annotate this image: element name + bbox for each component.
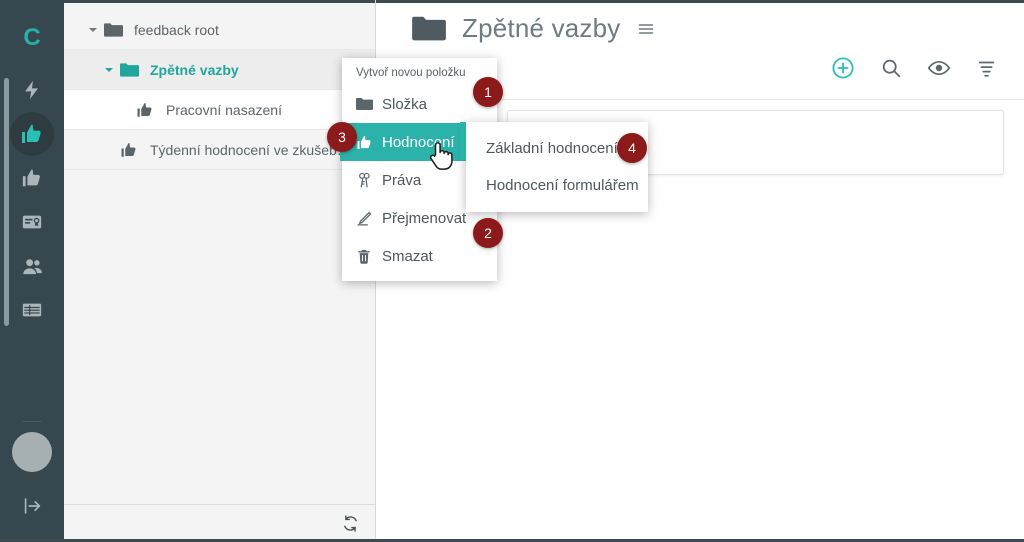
rail-scrollbar[interactable]	[4, 78, 9, 326]
hamburger-menu-icon[interactable]	[637, 20, 655, 38]
app-logo[interactable]: C	[23, 26, 40, 50]
logout-button[interactable]	[10, 484, 54, 528]
rail-divider	[23, 421, 41, 422]
tree-row-feedback-root[interactable]: feedback root	[64, 10, 375, 50]
menu-item-label: Smazat	[382, 247, 433, 265]
step-badge-4: 4	[617, 133, 647, 163]
panel-top-border	[64, 0, 375, 3]
search-icon[interactable]	[878, 55, 904, 81]
app-root: C feedback root Zpětné vazby Pracovní na…	[0, 0, 1024, 542]
rail-item-thumbs-up[interactable]	[10, 156, 54, 200]
folder-icon	[356, 97, 382, 111]
lightning-bolt-icon	[21, 79, 43, 101]
tree-row-label: feedback root	[134, 21, 219, 38]
menu-item-smazat[interactable]: Smazat	[342, 237, 497, 275]
step-badge-2: 2	[473, 218, 503, 248]
thumbs-up-outline-icon	[21, 167, 43, 189]
thumbs-up-icon	[136, 100, 158, 120]
submenu-item-hodnoceni-formularem[interactable]: Hodnocení formulářem	[466, 167, 648, 204]
add-circle-icon[interactable]	[830, 55, 856, 81]
page-title: Zpětné vazby	[462, 13, 621, 43]
submenu-item-label: Základní hodnocení	[486, 140, 618, 157]
thumbs-up-icon	[356, 134, 382, 151]
left-nav-rail: C	[0, 0, 64, 542]
eye-icon[interactable]	[926, 55, 952, 81]
chevron-down-icon[interactable]	[86, 23, 100, 37]
tree-row-label: Zpětné vazby	[150, 61, 239, 78]
rail-item-certificate[interactable]	[10, 200, 54, 244]
menu-item-label: Práva	[382, 171, 422, 189]
step-badge-3: 3	[327, 122, 357, 152]
folder-icon	[104, 20, 126, 40]
submenu-item-label: Hodnocení formulářem	[486, 177, 639, 194]
page-header-title-row: Zpětné vazby	[412, 13, 655, 44]
submenu: Základní hodnocení Hodnocení formulářem	[466, 122, 648, 212]
sort-icon[interactable]	[974, 55, 1000, 81]
pencil-icon	[356, 210, 382, 227]
tree-row-label: Pracovní nasazení	[166, 101, 282, 118]
thumbs-up-icon	[120, 140, 142, 160]
rail-item-people[interactable]	[10, 244, 54, 288]
submenu-indicator-bar	[460, 122, 466, 160]
folder-icon	[412, 15, 446, 42]
rail-item-feedback-active[interactable]	[10, 112, 54, 156]
rail-item-lightning[interactable]	[10, 68, 54, 112]
tree-panel: feedback root Zpětné vazby Pracovní nasa…	[64, 0, 376, 542]
tree-row-pracovni-nasazeni[interactable]: Pracovní nasazení	[64, 90, 375, 130]
people-icon	[21, 255, 44, 278]
logout-icon	[21, 495, 43, 517]
rail-item-table[interactable]	[10, 288, 54, 332]
menu-item-label: Složka	[382, 95, 428, 113]
main-toolbar	[830, 55, 1000, 81]
context-menu-header: Vytvoř novou položku	[356, 67, 466, 79]
tree-row-label: Týdenní hodnocení ve zkušeb…	[150, 141, 351, 158]
thumbs-up-filled-icon	[20, 122, 44, 146]
folder-icon	[120, 60, 142, 80]
menu-item-label: Hodnocení	[382, 133, 455, 151]
tree-footer	[64, 504, 375, 542]
avatar[interactable]	[12, 432, 52, 472]
tree-list: feedback root Zpětné vazby Pracovní nasa…	[64, 0, 375, 504]
keys-icon	[356, 172, 382, 189]
menu-item-label: Přejmenovat	[382, 209, 467, 227]
tree-row-zpetne-vazby[interactable]: Zpětné vazby	[64, 50, 375, 90]
trash-icon	[356, 248, 382, 265]
chevron-down-icon[interactable]	[102, 63, 116, 77]
step-badge-1: 1	[473, 77, 503, 107]
certificate-icon	[21, 211, 43, 233]
table-list-icon	[21, 299, 43, 321]
refresh-icon[interactable]	[342, 515, 359, 532]
